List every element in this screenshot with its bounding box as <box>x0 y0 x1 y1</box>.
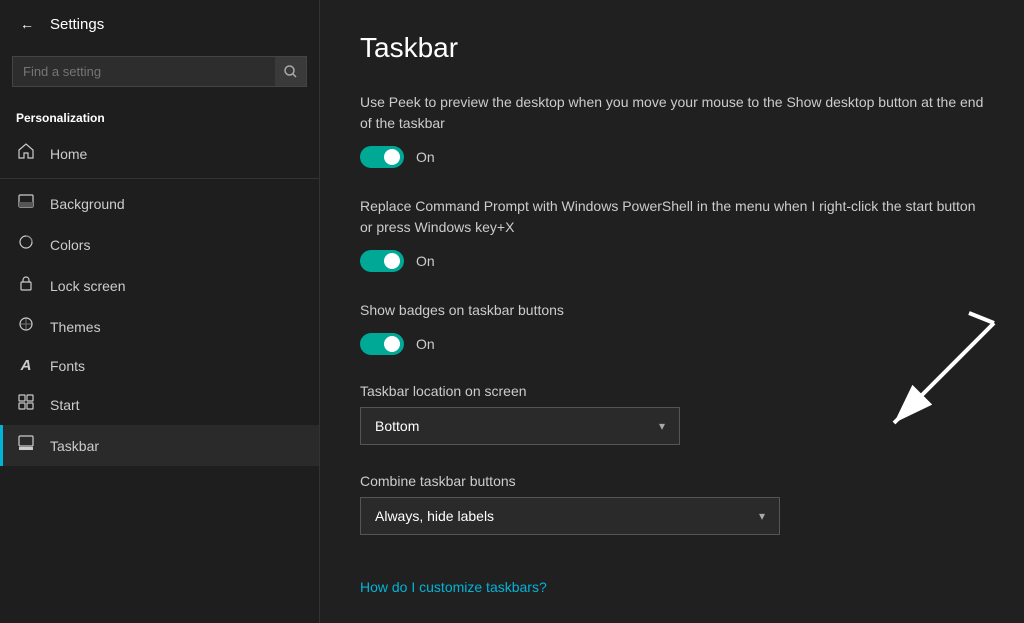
powershell-toggle[interactable] <box>360 250 404 272</box>
sidebar-item-background[interactable]: Background <box>0 183 319 224</box>
sidebar-item-taskbar-label: Taskbar <box>50 438 99 454</box>
sidebar-item-lock-screen[interactable]: Lock screen <box>0 265 319 306</box>
peek-description: Use Peek to preview the desktop when you… <box>360 92 984 134</box>
home-icon <box>16 143 36 164</box>
taskbar-icon <box>16 435 36 456</box>
sidebar-header: ← Settings <box>0 0 319 48</box>
search-icon <box>284 65 297 78</box>
page-title: Taskbar <box>360 32 984 64</box>
peek-toggle-row: On <box>360 146 984 168</box>
taskbar-location-value: Bottom <box>375 418 419 434</box>
sidebar-item-fonts[interactable]: A Fonts <box>0 347 319 384</box>
badges-toggle-label: On <box>416 336 435 352</box>
sidebar-item-start[interactable]: Start <box>0 384 319 425</box>
combine-buttons-label: Combine taskbar buttons <box>360 473 984 489</box>
taskbar-location-dropdown[interactable]: Bottom ▾ <box>360 407 680 445</box>
colors-icon <box>16 234 36 255</box>
peek-setting: Use Peek to preview the desktop when you… <box>360 92 984 168</box>
main-content: Taskbar Use Peek to preview the desktop … <box>320 0 1024 623</box>
peek-toggle-label: On <box>416 149 435 165</box>
sidebar-item-taskbar[interactable]: Taskbar <box>0 425 319 466</box>
sidebar-item-themes[interactable]: Themes <box>0 306 319 347</box>
badges-toggle-knob <box>384 336 400 352</box>
themes-icon <box>16 316 36 337</box>
combine-buttons-value: Always, hide labels <box>375 508 494 524</box>
divider <box>0 178 319 179</box>
search-icon-button[interactable] <box>275 56 307 87</box>
start-icon <box>16 394 36 415</box>
sidebar-item-home-label: Home <box>50 146 87 162</box>
sidebar-item-background-label: Background <box>50 196 125 212</box>
sidebar-item-colors-label: Colors <box>50 237 90 253</box>
badges-toggle[interactable] <box>360 333 404 355</box>
taskbar-location-arrow: ▾ <box>659 419 665 433</box>
peek-toggle[interactable] <box>360 146 404 168</box>
sidebar-item-colors[interactable]: Colors <box>0 224 319 265</box>
powershell-toggle-knob <box>384 253 400 269</box>
badges-setting: Show badges on taskbar buttons On <box>360 300 984 355</box>
powershell-setting: Replace Command Prompt with Windows Powe… <box>360 196 984 272</box>
powershell-description: Replace Command Prompt with Windows Powe… <box>360 196 984 238</box>
sidebar-item-start-label: Start <box>50 397 80 413</box>
powershell-toggle-row: On <box>360 250 984 272</box>
sidebar-item-fonts-label: Fonts <box>50 358 85 374</box>
customize-taskbars-link[interactable]: How do I customize taskbars? <box>360 579 547 595</box>
background-icon <box>16 193 36 214</box>
fonts-icon: A <box>16 357 36 374</box>
search-box <box>12 56 307 87</box>
sidebar-item-themes-label: Themes <box>50 319 101 335</box>
combine-buttons-group: Combine taskbar buttons Always, hide lab… <box>360 473 984 535</box>
peek-toggle-knob <box>384 149 400 165</box>
sidebar: ← Settings Personalization Home Bac <box>0 0 320 623</box>
powershell-toggle-label: On <box>416 253 435 269</box>
lock-icon <box>16 275 36 296</box>
search-input[interactable] <box>12 56 307 87</box>
sidebar-item-lock-screen-label: Lock screen <box>50 278 125 294</box>
personalization-label: Personalization <box>0 95 319 133</box>
badges-toggle-row: On <box>360 333 984 355</box>
badges-description: Show badges on taskbar buttons <box>360 300 984 321</box>
combine-buttons-arrow: ▾ <box>759 509 765 523</box>
taskbar-location-group: Taskbar location on screen Bottom ▾ <box>360 383 984 445</box>
taskbar-location-label: Taskbar location on screen <box>360 383 984 399</box>
settings-title: Settings <box>50 16 104 33</box>
combine-buttons-dropdown[interactable]: Always, hide labels ▾ <box>360 497 780 535</box>
sidebar-item-home[interactable]: Home <box>0 133 319 174</box>
back-button[interactable]: ← <box>16 12 38 36</box>
